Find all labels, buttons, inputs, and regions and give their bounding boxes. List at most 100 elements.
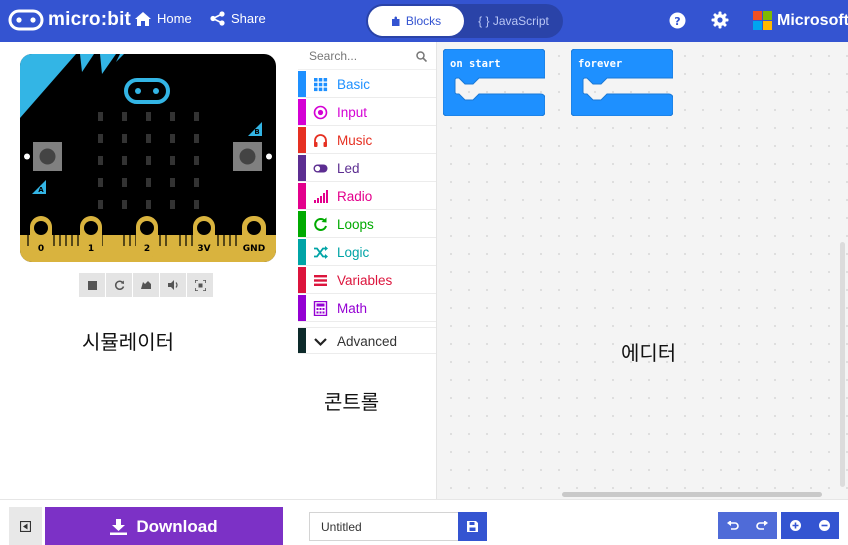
simulator-panel: A B 0 1 2 3V GND 시뮬레이터 (0, 42, 298, 499)
editor-toggle: Blocks { } JavaScript (366, 4, 563, 38)
share-icon (210, 11, 225, 26)
undo-icon (726, 520, 739, 530)
simulator-caption: 시뮬레이터 (82, 332, 174, 354)
svg-text:?: ? (674, 15, 680, 28)
pin-3v-label: 3V (197, 244, 210, 254)
microsoft-label: Microsoft (777, 11, 848, 29)
microbit-logo-icon (8, 9, 44, 31)
headphones-icon (314, 134, 327, 147)
category-advanced[interactable]: Advanced (298, 327, 436, 354)
toolbox-panel: Search... Basic Input Music Led Radio Lo… (298, 42, 437, 499)
home-label: Home (157, 11, 192, 26)
pin-gnd[interactable]: GND (242, 216, 266, 258)
project-name-input[interactable] (309, 512, 458, 541)
microsoft-squares-icon (753, 11, 772, 30)
top-bar: micro:bit Home Share Blocks { } JavaScri… (0, 0, 848, 42)
save-icon (467, 521, 478, 532)
category-music[interactable]: Music (298, 127, 436, 154)
category-music-label: Music (337, 133, 373, 148)
bottom-bar: Download (0, 499, 848, 545)
pin-3v[interactable]: 3V (193, 216, 215, 258)
toolbox-search[interactable]: Search... (298, 42, 436, 70)
microsoft-logo[interactable]: Microsoft (753, 11, 848, 30)
download-button[interactable]: Download (45, 507, 283, 545)
category-loops-label: Loops (337, 217, 374, 232)
help-icon[interactable]: ? (669, 12, 686, 29)
category-input-label: Input (337, 105, 368, 120)
button-a[interactable] (33, 142, 62, 171)
zoom-out-button[interactable] (810, 512, 839, 539)
share-button[interactable]: Share (210, 11, 266, 26)
target-icon (313, 105, 328, 120)
refresh-icon (314, 217, 327, 231)
download-label: Download (136, 517, 218, 536)
forever-label: forever (578, 58, 623, 70)
pin-2[interactable]: 2 (136, 216, 158, 258)
restart-button[interactable] (106, 273, 132, 297)
save-button[interactable] (458, 512, 487, 541)
stop-button[interactable] (79, 273, 105, 297)
snail-icon (141, 281, 151, 289)
toggle-icon (313, 164, 328, 173)
button-b[interactable] (233, 142, 262, 171)
gear-icon[interactable] (711, 11, 729, 29)
collapse-icon (20, 520, 31, 532)
category-radio[interactable]: Radio (298, 183, 436, 210)
category-math[interactable]: Math (298, 295, 436, 322)
category-loops[interactable]: Loops (298, 211, 436, 238)
zoom-in-button[interactable] (781, 512, 810, 539)
button-b-label: B (254, 128, 259, 136)
logo-text: micro:bit (48, 9, 132, 30)
slowmo-button[interactable] (133, 273, 159, 297)
undo-button[interactable] (718, 512, 747, 539)
blocks-tab[interactable]: Blocks (368, 6, 464, 36)
category-math-label: Math (337, 301, 368, 316)
blocks-workspace[interactable]: on start forever 에디터 (437, 42, 848, 499)
pin-gnd-label: GND (243, 244, 265, 254)
fullscreen-button[interactable] (187, 273, 213, 297)
javascript-tab[interactable]: { } JavaScript (466, 6, 561, 36)
chevron-down-icon (314, 338, 327, 347)
redo-button[interactable] (747, 512, 776, 539)
toolbox-caption: 콘트롤 (324, 392, 380, 414)
zoom-group (781, 512, 839, 539)
speaker-icon (168, 280, 178, 290)
pin-0-label: 0 (38, 244, 44, 254)
microbit-logo[interactable]: micro:bit (8, 9, 131, 31)
category-variables-label: Variables (337, 273, 393, 288)
vertical-scrollbar[interactable] (840, 242, 845, 487)
category-led[interactable]: Led (298, 155, 436, 182)
pin-2-label: 2 (144, 244, 150, 254)
javascript-label: { } JavaScript (478, 14, 549, 28)
category-advanced-label: Advanced (337, 334, 398, 349)
home-button[interactable]: Home (135, 11, 192, 26)
grid-icon (314, 78, 328, 92)
share-label: Share (231, 11, 266, 26)
on-start-block[interactable]: on start (442, 48, 546, 121)
category-basic[interactable]: Basic (298, 71, 436, 98)
makecode-app: micro:bit Home Share Blocks { } JavaScri… (0, 0, 848, 545)
forever-block[interactable]: forever (570, 48, 674, 121)
on-start-label: on start (450, 58, 501, 70)
redo-icon (755, 520, 768, 530)
horizontal-scrollbar[interactable] (562, 492, 822, 497)
category-input[interactable]: Input (298, 99, 436, 126)
collapse-simulator-button[interactable] (9, 507, 42, 545)
category-basic-label: Basic (337, 77, 371, 92)
blocks-label: Blocks (405, 14, 442, 28)
category-logic[interactable]: Logic (298, 239, 436, 266)
pin-1-label: 1 (88, 244, 94, 254)
search-icon (416, 51, 427, 62)
simulator-toolbar (79, 273, 214, 297)
pin-1[interactable]: 1 (80, 216, 102, 258)
calculator-icon (313, 301, 328, 316)
list-icon (314, 275, 327, 286)
mute-button[interactable] (160, 273, 186, 297)
stop-icon (87, 280, 97, 290)
microbit-board[interactable]: A B 0 1 2 3V GND (20, 54, 276, 262)
search-input[interactable]: Search... (309, 49, 357, 63)
category-variables[interactable]: Variables (298, 267, 436, 294)
pin-0[interactable]: 0 (30, 216, 52, 258)
category-logic-label: Logic (337, 245, 370, 260)
restart-icon (114, 280, 124, 290)
